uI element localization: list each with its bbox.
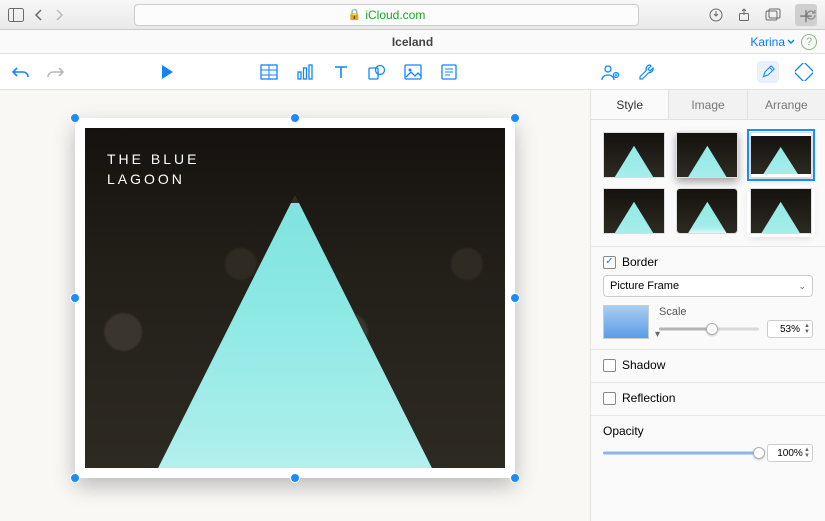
resize-handle[interactable] xyxy=(70,293,80,303)
shadow-label: Shadow xyxy=(622,358,665,372)
image-caption: THE BLUE LAGOON xyxy=(107,150,199,189)
tab-style[interactable]: Style xyxy=(591,90,669,119)
tools-button[interactable] xyxy=(635,61,657,83)
opacity-slider[interactable] xyxy=(603,446,759,460)
user-menu[interactable]: Karina xyxy=(750,35,795,49)
style-preset[interactable] xyxy=(603,188,665,234)
browser-toolbar: 🔒 iCloud.com ＋ xyxy=(0,0,825,30)
style-preset[interactable] xyxy=(676,188,738,234)
share-icon[interactable] xyxy=(737,8,751,22)
resize-handle[interactable] xyxy=(70,113,80,123)
url-text: iCloud.com xyxy=(365,8,425,22)
border-section: Border Picture Frame ⌄ Scale xyxy=(591,246,825,349)
resize-handle[interactable] xyxy=(290,473,300,483)
scale-slider[interactable] xyxy=(659,322,759,336)
address-bar[interactable]: 🔒 iCloud.com xyxy=(134,4,639,26)
opacity-section: Opacity 100% ▲▼ xyxy=(591,415,825,472)
style-preset[interactable] xyxy=(676,132,738,178)
frame-swatch[interactable] xyxy=(603,305,649,339)
inspector-tabs: Style Image Arrange xyxy=(591,90,825,120)
app-toolbar xyxy=(0,54,825,90)
lock-icon: 🔒 xyxy=(348,8,362,21)
scale-value[interactable]: 53% ▲▼ xyxy=(767,320,813,338)
canvas[interactable]: THE BLUE LAGOON xyxy=(0,90,590,521)
resize-handle[interactable] xyxy=(70,473,80,483)
redo-button[interactable] xyxy=(44,61,66,83)
animate-button[interactable] xyxy=(793,61,815,83)
shadow-section: Shadow xyxy=(591,349,825,382)
format-inspector: Style Image Arrange Border Picture Frame… xyxy=(590,90,825,521)
reflection-label: Reflection xyxy=(622,391,675,405)
resize-handle[interactable] xyxy=(510,113,520,123)
tabs-icon[interactable] xyxy=(765,8,781,22)
media-button[interactable] xyxy=(402,61,424,83)
sidebar-toggle-icon[interactable] xyxy=(8,8,24,22)
shadow-checkbox[interactable] xyxy=(603,359,616,372)
downloads-icon[interactable] xyxy=(709,8,723,22)
comment-button[interactable] xyxy=(438,61,460,83)
nav-forward-icon[interactable] xyxy=(54,9,64,21)
scale-label: Scale xyxy=(659,306,813,318)
opacity-value[interactable]: 100% ▲▼ xyxy=(767,444,813,462)
stepper-icon[interactable]: ▲▼ xyxy=(804,323,810,335)
style-preset[interactable] xyxy=(750,132,812,178)
border-label: Border xyxy=(622,255,658,269)
stepper-icon[interactable]: ▲▼ xyxy=(804,447,810,459)
table-button[interactable] xyxy=(258,61,280,83)
style-presets xyxy=(591,120,825,246)
style-preset[interactable] xyxy=(603,132,665,178)
resize-handle[interactable] xyxy=(510,473,520,483)
reload-icon[interactable] xyxy=(805,9,817,21)
play-button[interactable] xyxy=(156,61,178,83)
nav-back-icon[interactable] xyxy=(34,9,44,21)
reflection-section: Reflection xyxy=(591,382,825,415)
chart-button[interactable] xyxy=(294,61,316,83)
resize-handle[interactable] xyxy=(290,113,300,123)
undo-button[interactable] xyxy=(10,61,32,83)
opacity-label: Opacity xyxy=(603,424,813,438)
tab-arrange[interactable]: Arrange xyxy=(748,90,825,119)
border-type-select[interactable]: Picture Frame ⌄ xyxy=(603,275,813,297)
chevron-down-icon xyxy=(787,39,795,45)
text-button[interactable] xyxy=(330,61,352,83)
selected-image[interactable]: THE BLUE LAGOON xyxy=(75,118,515,478)
chevron-down-icon: ⌄ xyxy=(798,281,806,292)
user-name: Karina xyxy=(750,35,785,49)
reflection-checkbox[interactable] xyxy=(603,392,616,405)
shape-button[interactable] xyxy=(366,61,388,83)
document-title: Iceland xyxy=(392,35,433,49)
resize-handle[interactable] xyxy=(510,293,520,303)
tab-image[interactable]: Image xyxy=(669,90,747,119)
help-button[interactable]: ? xyxy=(801,34,817,50)
format-button[interactable] xyxy=(757,61,779,83)
app-title-bar: Iceland Karina ? xyxy=(0,30,825,54)
border-checkbox[interactable] xyxy=(603,256,616,269)
style-preset[interactable] xyxy=(750,188,812,234)
collaborate-button[interactable] xyxy=(599,61,621,83)
main-area: THE BLUE LAGOON Style Image Arrange xyxy=(0,90,825,521)
border-type-value: Picture Frame xyxy=(610,280,679,292)
